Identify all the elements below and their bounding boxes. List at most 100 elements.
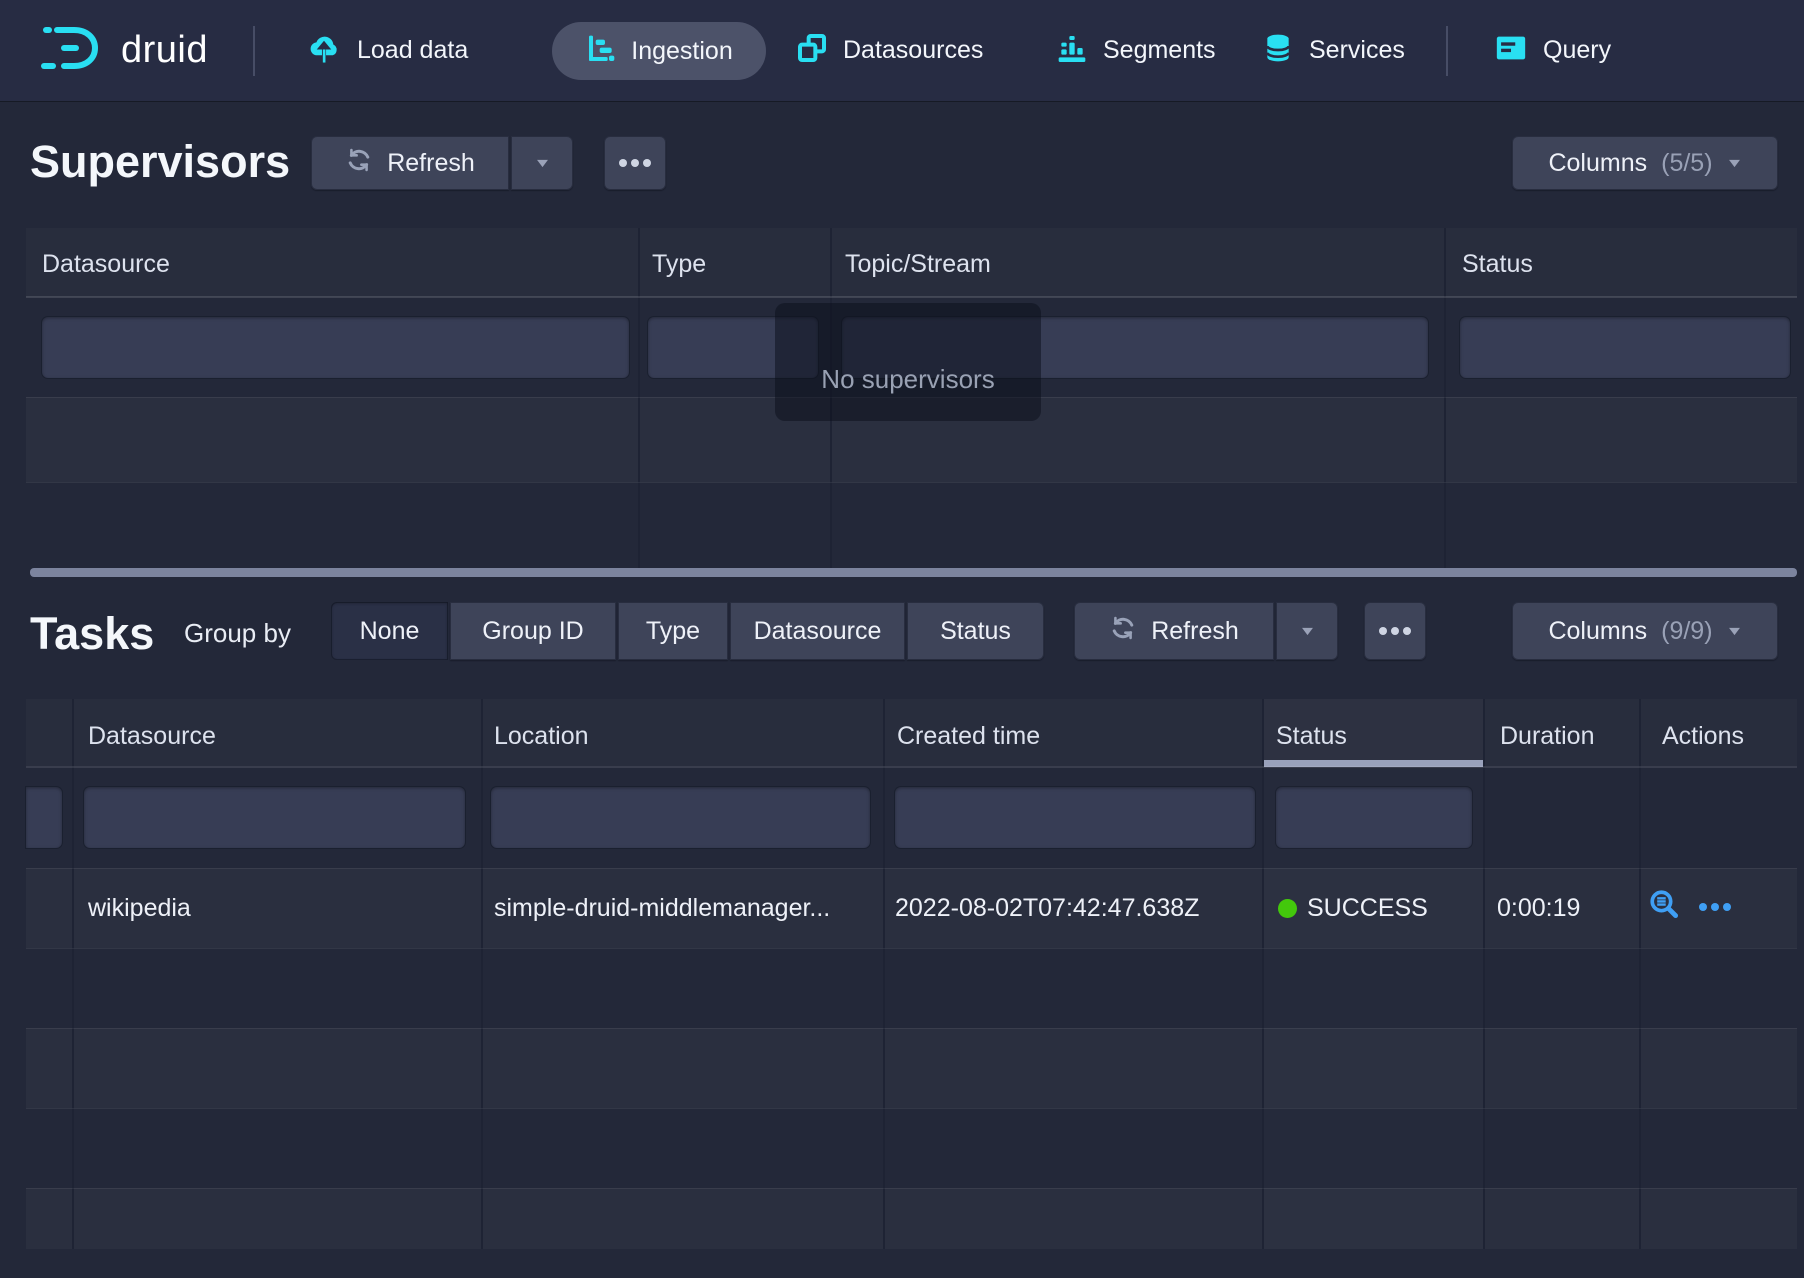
nav-item-ingestion[interactable]: Ingestion — [552, 22, 766, 80]
segments-chart-icon — [1056, 32, 1088, 69]
row-border — [26, 948, 1797, 949]
cell-duration: 0:00:19 — [1497, 894, 1632, 923]
cell-status: SUCCESS — [1278, 894, 1478, 923]
chevron-down-icon — [1727, 626, 1742, 636]
supervisors-more-button[interactable] — [604, 136, 666, 190]
tasks-refresh-button[interactable]: Refresh — [1074, 602, 1274, 660]
success-status-dot — [1278, 899, 1297, 918]
chevron-down-icon — [1300, 626, 1315, 636]
tasks-title: Tasks — [30, 608, 154, 660]
group-option-label: None — [360, 617, 420, 646]
refresh-icon — [1109, 614, 1137, 649]
column-header-duration[interactable]: Duration — [1500, 722, 1595, 751]
ingestion-gantt-icon — [585, 33, 617, 70]
tasks-filter-created-time-input[interactable] — [895, 787, 1255, 848]
nav-item-label: Segments — [1103, 36, 1216, 65]
task-details-magnifier-icon[interactable] — [1648, 888, 1682, 927]
supervisors-filter-datasource-input[interactable] — [42, 317, 629, 378]
column-divider — [638, 228, 640, 568]
druid-logo-icon — [40, 21, 106, 80]
group-by-status-button[interactable]: Status — [907, 602, 1044, 660]
group-by-type-button[interactable]: Type — [618, 602, 728, 660]
cloud-upload-icon — [306, 32, 342, 69]
top-nav-bar: druid Load data — [0, 0, 1804, 101]
query-console-icon — [1494, 32, 1528, 69]
header-bottom-border — [26, 766, 1797, 768]
more-ellipsis-icon — [1378, 626, 1412, 636]
no-supervisors-message: No supervisors — [775, 303, 1041, 421]
druid-console: druid Load data — [0, 0, 1804, 1278]
nav-item-query[interactable]: Query — [1494, 0, 1611, 101]
cell-datasource: wikipedia — [88, 894, 468, 923]
brand-name: druid — [121, 29, 208, 72]
row-stripe — [26, 1028, 1797, 1108]
tasks-refresh-dropdown-button[interactable] — [1276, 602, 1338, 660]
column-header-datasource[interactable]: Datasource — [88, 722, 216, 751]
refresh-label: Refresh — [387, 149, 475, 178]
datasources-layers-icon — [796, 32, 828, 69]
cell-actions — [1648, 888, 1732, 927]
nav-item-datasources[interactable]: Datasources — [796, 0, 983, 101]
row-border — [26, 1108, 1797, 1109]
row-border — [26, 868, 1797, 869]
tasks-more-button[interactable] — [1364, 602, 1426, 660]
nav-item-segments[interactable]: Segments — [1056, 0, 1216, 101]
status-text: SUCCESS — [1307, 894, 1428, 923]
nav-item-label: Datasources — [843, 36, 983, 65]
supervisors-title: Supervisors — [30, 136, 290, 188]
supervisors-filter-status-input[interactable] — [1460, 317, 1790, 378]
column-header-status[interactable]: Status — [1462, 250, 1533, 279]
column-divider — [1444, 228, 1446, 568]
supervisors-columns-button[interactable]: Columns (5/5) — [1512, 136, 1778, 190]
horizontal-scrollbar[interactable] — [30, 568, 1797, 577]
cell-created-time: 2022-08-02T07:42:47.638Z — [895, 894, 1255, 923]
services-database-icon — [1262, 32, 1294, 69]
columns-count: (5/5) — [1661, 149, 1712, 178]
row-border — [26, 1188, 1797, 1189]
group-by-none-button[interactable]: None — [331, 602, 448, 660]
columns-label: Columns — [1548, 617, 1647, 646]
tasks-filter-partial-input[interactable] — [26, 787, 62, 848]
group-by-group-id-button[interactable]: Group ID — [450, 602, 616, 660]
tasks-filter-datasource-input[interactable] — [84, 787, 465, 848]
more-ellipsis-icon — [618, 158, 652, 168]
column-header-topic-stream[interactable]: Topic/Stream — [845, 250, 991, 279]
column-header-created-time[interactable]: Created time — [897, 722, 1040, 751]
tasks-columns-button[interactable]: Columns (9/9) — [1512, 602, 1778, 660]
columns-label: Columns — [1548, 149, 1647, 178]
header-bottom-border — [26, 296, 1797, 298]
nav-item-label: Query — [1543, 36, 1611, 65]
tasks-filter-location-input[interactable] — [491, 787, 870, 848]
column-divider — [72, 699, 74, 1249]
row-border — [26, 482, 1797, 483]
supervisors-refresh-button[interactable]: Refresh — [311, 136, 509, 190]
nav-divider — [253, 26, 255, 76]
group-option-label: Status — [940, 617, 1011, 646]
column-header-datasource[interactable]: Datasource — [42, 250, 170, 279]
row-stripe — [26, 1188, 1797, 1249]
nav-item-label: Ingestion — [631, 37, 732, 66]
column-header-actions[interactable]: Actions — [1662, 722, 1744, 751]
nav-item-label: Load data — [357, 36, 468, 65]
nav-item-services[interactable]: Services — [1262, 0, 1405, 101]
supervisors-refresh-dropdown-button[interactable] — [511, 136, 573, 190]
column-header-type[interactable]: Type — [652, 250, 706, 279]
group-option-label: Group ID — [482, 617, 583, 646]
group-by-datasource-button[interactable]: Datasource — [730, 602, 905, 660]
refresh-icon — [345, 146, 373, 181]
chevron-down-icon — [1727, 158, 1742, 168]
column-divider — [1483, 699, 1485, 1249]
column-divider — [1262, 699, 1264, 1249]
druid-logo[interactable]: druid — [40, 0, 208, 101]
nav-item-load-data[interactable]: Load data — [306, 0, 468, 101]
task-actions-menu-icon[interactable] — [1698, 899, 1732, 917]
chevron-down-icon — [535, 158, 550, 168]
column-divider — [481, 699, 483, 1249]
tasks-filter-status-input[interactable] — [1276, 787, 1472, 848]
group-option-label: Type — [646, 617, 700, 646]
nav-item-label: Services — [1309, 36, 1405, 65]
group-by-label: Group by — [184, 618, 291, 649]
column-header-status[interactable]: Status — [1276, 722, 1347, 751]
column-header-location[interactable]: Location — [494, 722, 589, 751]
column-divider — [883, 699, 885, 1249]
